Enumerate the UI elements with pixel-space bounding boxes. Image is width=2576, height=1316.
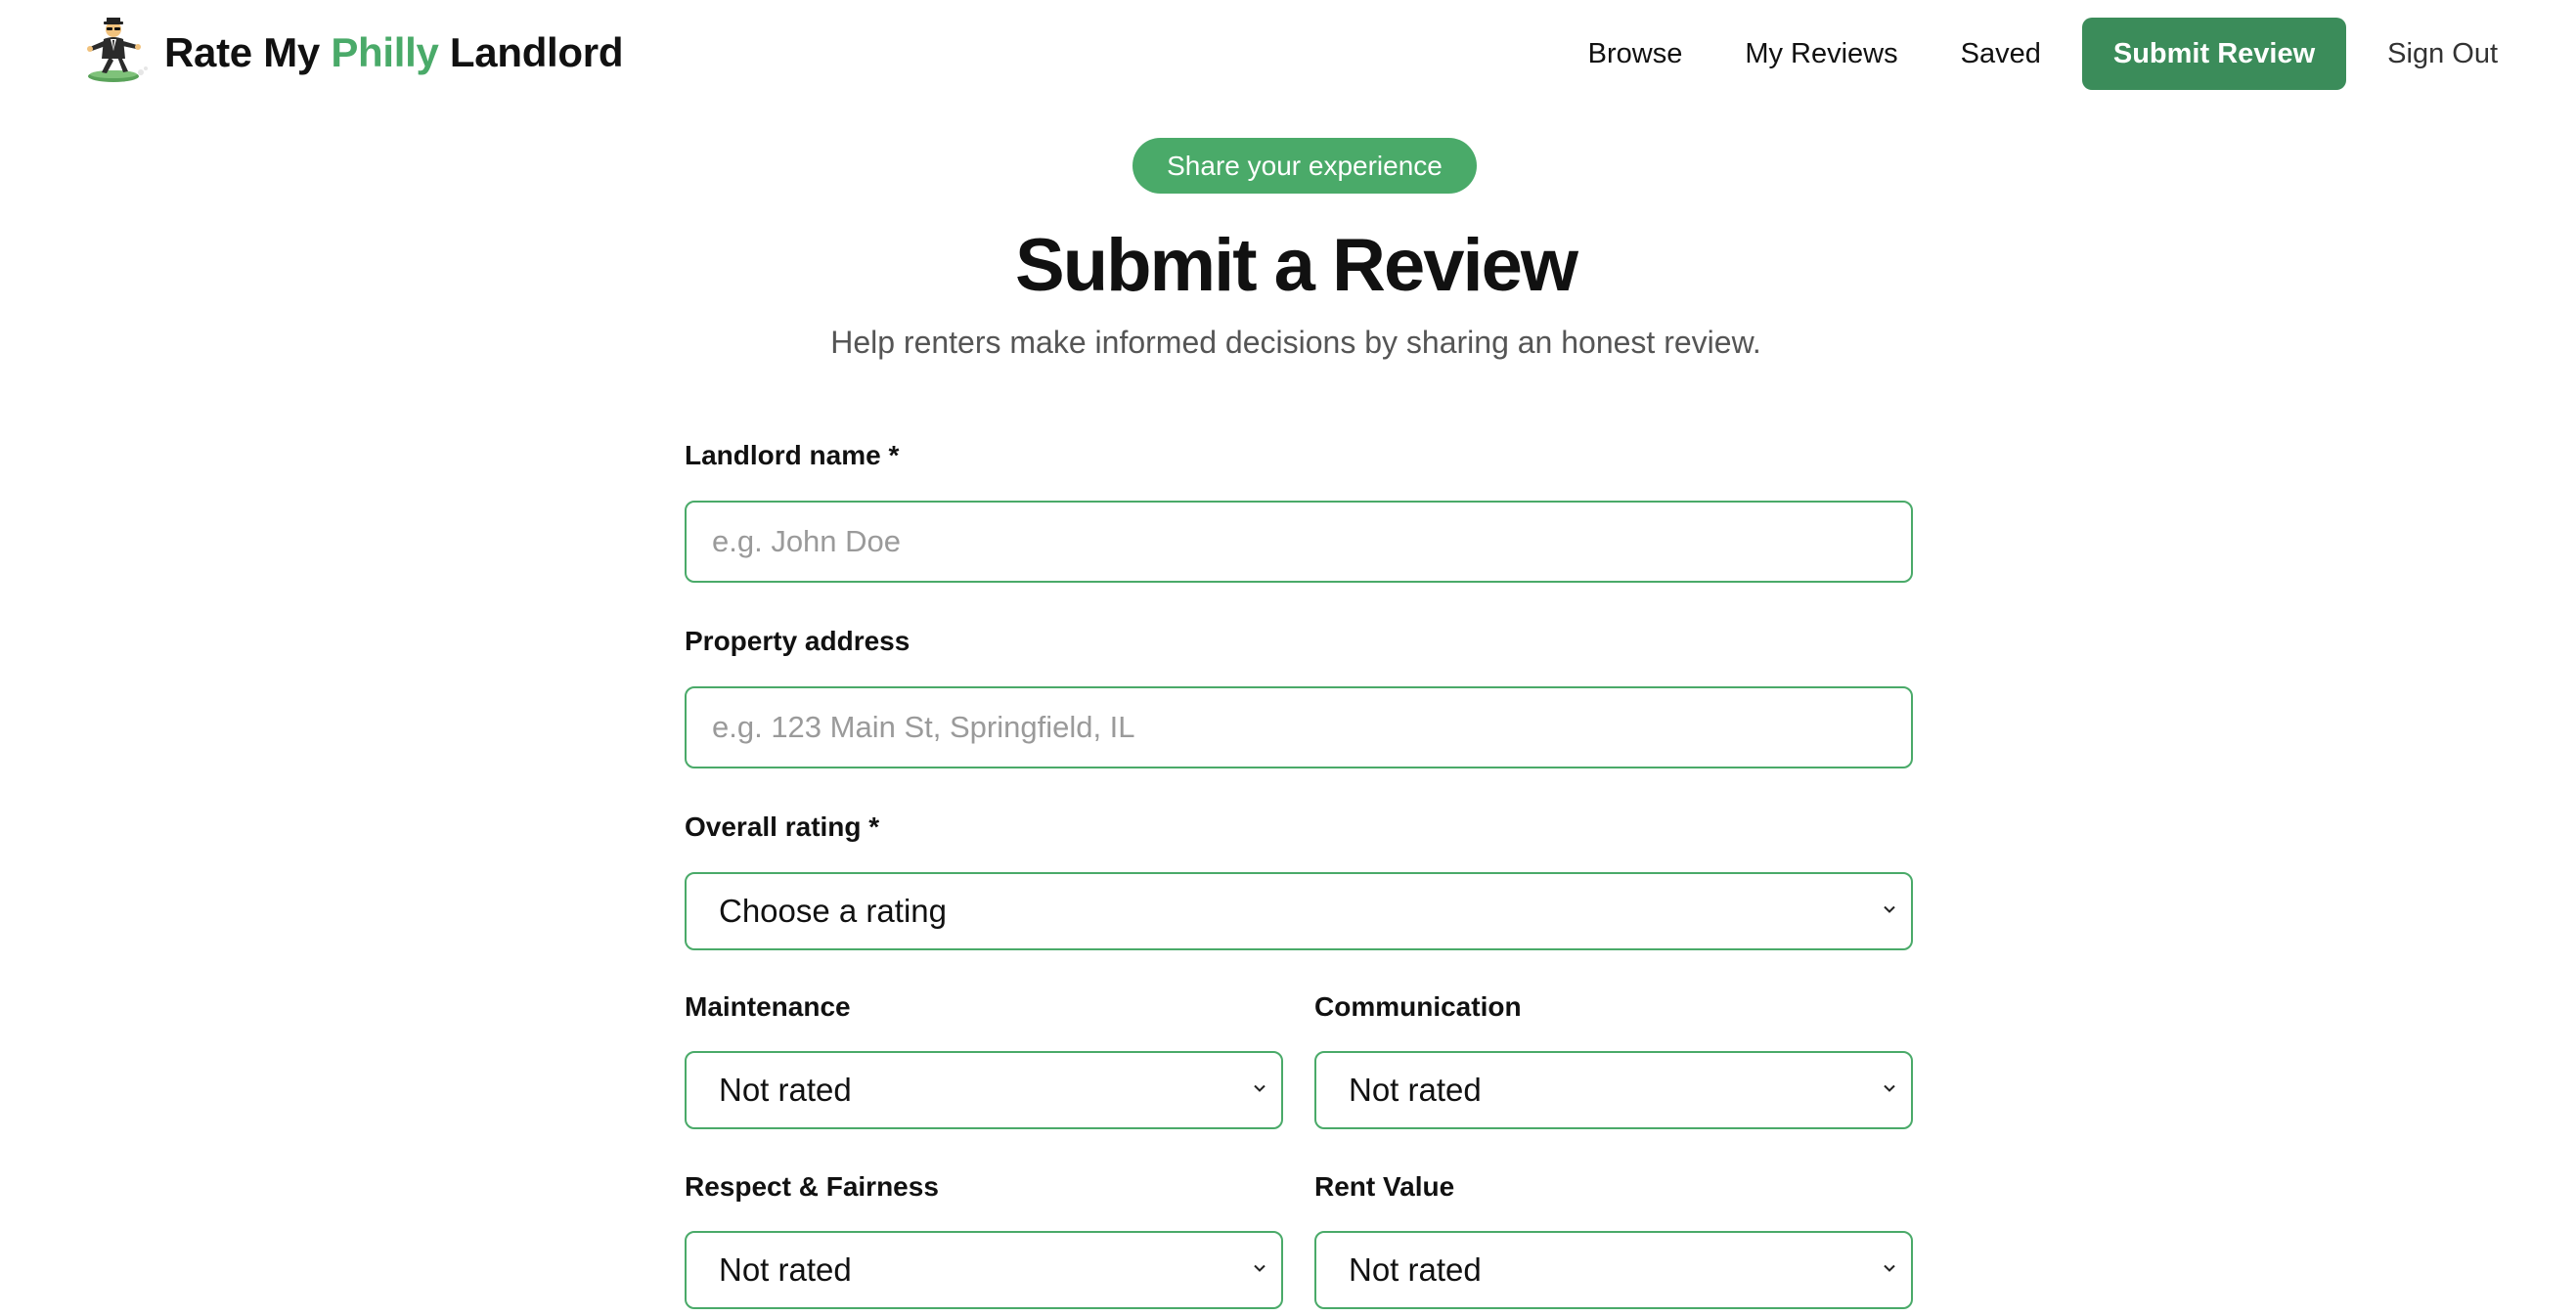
brand-suffix: Landlord [438, 29, 624, 75]
sign-out-link[interactable]: Sign Out [2387, 38, 2498, 70]
chevron-down-icon [1884, 1084, 1895, 1092]
chevron-down-icon [1884, 1264, 1895, 1272]
brand-prefix: Rate My [164, 29, 332, 75]
rent-value-selected: Not rated [1349, 1251, 1482, 1288]
landlord-name-input[interactable] [685, 501, 1913, 583]
chevron-down-icon [1884, 905, 1895, 913]
main-nav: Browse My Reviews Saved Submit Review Si… [1588, 18, 2498, 90]
communication-selected: Not rated [1349, 1072, 1482, 1108]
brand-name: Rate My Philly Landlord [164, 29, 623, 76]
rent-value-label: Rent Value [1314, 1171, 1455, 1202]
submit-review-button[interactable]: Submit Review [2081, 18, 2347, 90]
communication-label: Communication [1314, 991, 1522, 1022]
overall-rating-selected: Choose a rating [719, 893, 947, 929]
nav-my-reviews[interactable]: My Reviews [1745, 38, 1897, 70]
businessman-levitating-icon [87, 18, 148, 82]
page-title: Submit a Review [1015, 224, 1578, 307]
respect-fairness-select[interactable]: Not rated [685, 1231, 1283, 1309]
maintenance-select[interactable]: Not rated [685, 1051, 1283, 1129]
brand-logo-link[interactable]: Rate My Philly Landlord [84, 18, 623, 88]
brand-accent: Philly [331, 29, 439, 75]
communication-select[interactable]: Not rated [1314, 1051, 1913, 1129]
overall-rating-select[interactable]: Choose a rating [685, 872, 1913, 950]
maintenance-selected: Not rated [719, 1072, 852, 1108]
nav-browse[interactable]: Browse [1588, 38, 1683, 70]
site-header: Rate My Philly Landlord Browse My Review… [0, 0, 2576, 108]
property-address-label: Property address [685, 626, 910, 656]
respect-fairness-label: Respect & Fairness [685, 1171, 939, 1202]
chevron-down-icon [1254, 1084, 1266, 1092]
maintenance-label: Maintenance [685, 991, 851, 1022]
chevron-down-icon [1254, 1264, 1266, 1272]
nav-saved[interactable]: Saved [1961, 38, 2041, 70]
rent-value-select[interactable]: Not rated [1314, 1231, 1913, 1309]
page-subtitle: Help renters make informed decisions by … [830, 325, 1761, 360]
overall-rating-label: Overall rating * [685, 812, 880, 842]
share-experience-badge: Share your experience [1133, 138, 1477, 194]
respect-fairness-selected: Not rated [719, 1251, 852, 1288]
property-address-input[interactable] [685, 686, 1913, 768]
landlord-name-label: Landlord name * [685, 440, 900, 470]
